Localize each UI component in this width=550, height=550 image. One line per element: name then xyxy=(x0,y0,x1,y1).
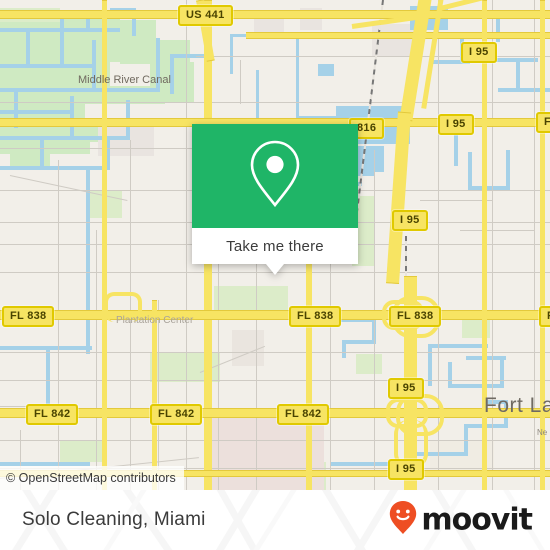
map-label-place: Plantation Center xyxy=(116,315,194,326)
map-label-city: Fort Lau xyxy=(484,394,550,417)
footer-bar: Solo Cleaning, Miami moovit xyxy=(0,490,550,550)
page-title: Solo Cleaning, Miami xyxy=(22,509,206,530)
take-me-there-label: Take me there xyxy=(226,237,324,255)
moovit-pin-icon xyxy=(388,500,418,541)
attribution-text: © OpenStreetMap contributors xyxy=(6,471,176,485)
moovit-wordmark: moovit xyxy=(421,502,533,537)
map-label-canal: Middle River Canal xyxy=(78,74,171,86)
popup-action[interactable]: Take me there xyxy=(192,228,358,264)
moovit-map-screen: US 441 I 95 816 I 95 FL I 95 FL 838 FL 8… xyxy=(0,0,550,550)
map-canvas[interactable]: US 441 I 95 816 I 95 FL I 95 FL 838 FL 8… xyxy=(0,0,550,490)
destination-popup-card[interactable]: Take me there xyxy=(192,124,358,275)
map-label-neighborhood: Ne xyxy=(537,428,548,437)
popup-header xyxy=(192,124,358,228)
map-attribution[interactable]: © OpenStreetMap contributors xyxy=(0,466,184,490)
popup-pointer-arrow xyxy=(266,264,284,275)
map-pin-icon xyxy=(246,138,304,215)
moovit-logo[interactable]: moovit xyxy=(388,500,533,541)
